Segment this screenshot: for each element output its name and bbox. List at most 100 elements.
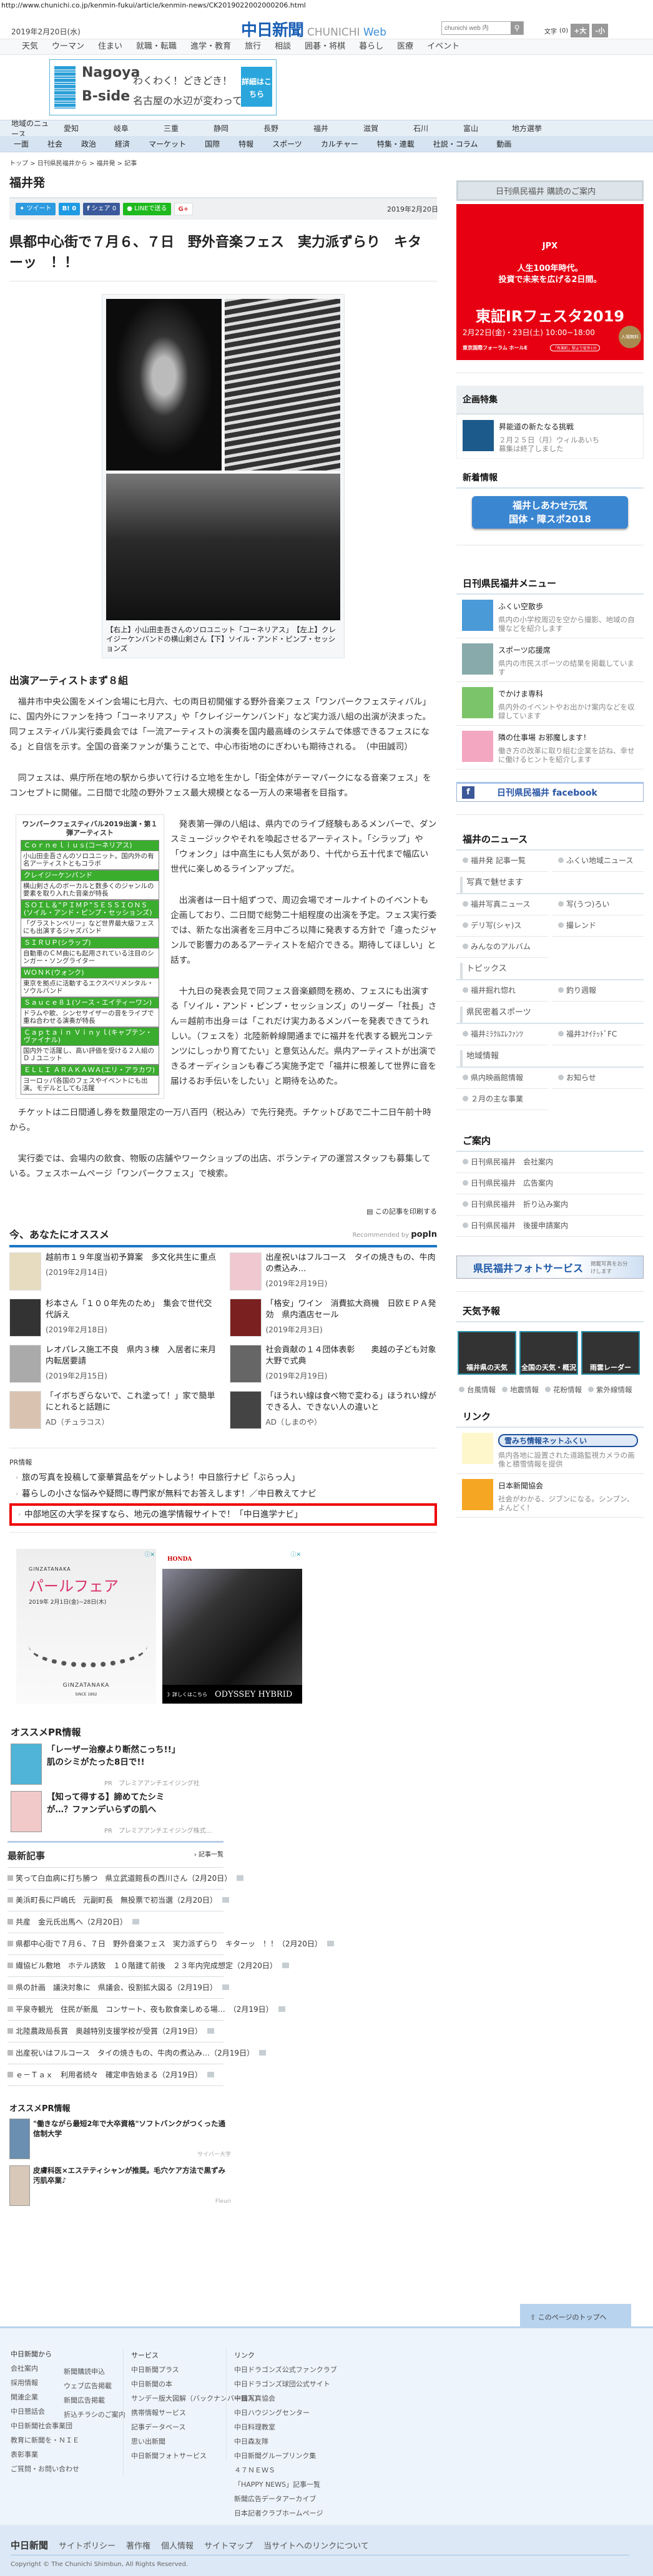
hatena-button[interactable]: B! 0	[58, 203, 81, 215]
footer-logo[interactable]: 中日新聞	[11, 2539, 48, 2552]
top-nav-item[interactable]: 相談	[275, 39, 291, 54]
news-link[interactable]: 釣り週報	[552, 980, 644, 1002]
news-link[interactable]: デリ写(シャ)ス	[456, 915, 548, 937]
region-nav-item[interactable]: 長野	[258, 123, 283, 134]
category-nav-item[interactable]: 動画	[496, 139, 511, 149]
line-button[interactable]: ● LINEで送る	[123, 203, 171, 215]
menu-item[interactable]: スポーツ応援席 県内の市民スポーツの結果を掲載しています	[456, 638, 644, 682]
news-link[interactable]: 福井ﾐﾗｸﾙｴﾚﾌｧﾝﾂ	[456, 1024, 548, 1045]
weather-link[interactable]: 台風情報	[459, 1385, 496, 1395]
menu-item[interactable]: ふくい空散歩 県内の小学校周辺を空から撮影、地域の自慢などを紹介します	[456, 595, 644, 638]
link-item[interactable]: 雪みち情報ネットふくい 県内各地に設置された道路監視カメラの画像と積雪情報を提供	[456, 1428, 644, 1474]
photo-service-banner[interactable]: 県民福井フォトサービス 掲載写真をお分けします	[456, 1256, 644, 1279]
top-nav-item[interactable]: 旅行	[245, 39, 261, 54]
footer-link[interactable]: 新聞広告掲載	[64, 2393, 125, 2408]
footer-link[interactable]: 日本記者クラブホームページ	[234, 2506, 337, 2520]
latest-article-row[interactable]: ｅ－Ｔａｘ 利用者続々 確定申告始まる（2月19日）	[7, 2064, 223, 2086]
pr-link[interactable]: 暮らしの小さな悩みや疑問に専門家が無料でお答えします！／中日教えてナビ	[9, 1486, 437, 1502]
news-link[interactable]: 写(うつ)ろい	[552, 894, 644, 915]
banner-cta-button[interactable]: 詳細はこちら	[241, 67, 272, 107]
ad-cta[interactable]: 》詳しくはこちら	[167, 1691, 207, 1698]
top-nav-item[interactable]: イベント	[427, 39, 459, 54]
guide-link[interactable]: 日刊県民福井 後援申請案内	[456, 1216, 644, 1237]
news-link[interactable]: お知らせ	[552, 1068, 644, 1089]
search-icon[interactable]: ⚲	[511, 22, 523, 34]
category-nav-item[interactable]: スポーツ	[272, 139, 302, 149]
latest-article-row[interactable]: 北陸農政局長賞 奥越特別支援学校が受賞（2月19日）	[7, 2021, 223, 2042]
footer-bottom-link[interactable]: サイトポリシー	[59, 2539, 115, 2551]
pr-link-highlighted[interactable]: 中部地区の大学を探すなら、地元の進学情報サイトで！「中日進学ナビ」	[9, 1503, 437, 1526]
guide-link[interactable]: 日刊県民福井 折り込み案内	[456, 1194, 644, 1216]
footer-link[interactable]: ウェブ広告掲載	[64, 2379, 125, 2393]
facebook-link[interactable]: f 日刊県民福井 facebook	[456, 782, 644, 802]
news-link[interactable]: ２月の主な事業	[456, 1089, 548, 1110]
region-nav-item[interactable]: 静岡	[209, 123, 233, 134]
footer-bottom-link[interactable]: 著作権	[126, 2539, 150, 2551]
tweet-button[interactable]: ✦ ツイート	[16, 203, 56, 215]
menu-item[interactable]: でかけま専科 県内外のイベントやお出かけ案内などを収録しています	[456, 682, 644, 726]
footer-link[interactable]: 表彰事業	[11, 2447, 79, 2462]
breadcrumb[interactable]: トップ > 日刊県民福井から > 福井発 > 記事	[9, 158, 437, 167]
gplus-button[interactable]: G+	[174, 203, 194, 215]
article-list-link[interactable]: › 記事一覧	[194, 1849, 223, 1862]
region-nav-item[interactable]: 富山	[458, 123, 483, 134]
recommend-item[interactable]: 「イボちぎらないで、これ塗って！」家で簡単にとれると話題に AD（チュラコス）	[9, 1391, 217, 1433]
news-link[interactable]: ふくい地域ニュース	[552, 851, 644, 872]
footer-link[interactable]: 中日森友隊	[234, 2434, 337, 2449]
recommend-item[interactable]: 「ほうれい線は食べ物で変わる」ほうれい線ができる人、できない人の違いと AD（しま…	[229, 1391, 438, 1433]
region-nav-item[interactable]: 三重	[159, 123, 184, 134]
latest-article-row[interactable]: 美浜町長に戸嶋氏 元副町長 無投票で初当選（2月20日）	[7, 1890, 229, 1911]
footer-link[interactable]: 「HAPPY NEWS」記事一覧	[234, 2477, 337, 2492]
category-nav-item[interactable]: カルチャー	[321, 139, 358, 149]
category-nav-item[interactable]: 社会	[47, 139, 62, 149]
weather-link[interactable]: 地震情報	[502, 1385, 539, 1395]
recommend-item[interactable]: レオパレス施工不良 県内３棟 入居者に来月内転居要請 (2019年2月15日)	[9, 1345, 217, 1387]
site-logo[interactable]: 中日新聞 CHUNICHI Web	[241, 17, 386, 41]
footer-link[interactable]: ご質問・お問い合わせ	[11, 2462, 79, 2476]
subscribe-banner[interactable]: 日刊県民福井 購読のご案内	[456, 180, 644, 201]
latest-article-row[interactable]: 県都中心街で７月６、７日 野外音楽フェス 実力派ずらり キターッ ！！（2月20…	[7, 1933, 334, 1955]
category-nav-item[interactable]: 特集・連載	[377, 139, 415, 149]
news-link[interactable]: みんなのアルバム	[456, 937, 548, 958]
font-up-button[interactable]: +大	[571, 24, 590, 37]
latest-article-row[interactable]: 平泉寺観光 住民が新風 コンサート、夜も飲食楽しめる場… （2月19日）	[7, 1999, 285, 2021]
feature-item[interactable]: 昇能道の新たなる挑戦 ２月２５日（月）ウィルあいち 募集は終了しました	[456, 414, 644, 459]
news-link[interactable]: 撮レンド	[552, 915, 644, 937]
ad-choices-icon[interactable]: ⓘ✕	[290, 1550, 301, 1558]
recommend-item[interactable]: 社会貢献の１４団体表彰 奥越の子ども対象 大野で式典 (2019年2月19日)	[229, 1345, 444, 1387]
recommend-item[interactable]: 越前市１９年度当初予算案 多文化共生に重点 (2019年2月14日)	[9, 1252, 217, 1295]
facebook-share-button[interactable]: f シェア 0	[83, 203, 120, 215]
footer-bottom-link[interactable]: サイトマップ	[204, 2539, 253, 2551]
news-link[interactable]: 福井写真ニュース	[456, 894, 548, 915]
top-nav-item[interactable]: ウーマン	[52, 39, 84, 54]
ginzatanaka-ad[interactable]: GINZATANAKA パールフェア 2019年 2月1日(金)~28日(木) …	[16, 1549, 156, 1704]
top-nav-item[interactable]: 囲碁・将棋	[305, 39, 345, 54]
honda-ad[interactable]: HONDA 》詳しくはこちら ODYSSEY HYBRID ⓘ✕	[162, 1549, 302, 1704]
top-nav-item[interactable]: 進学・教育	[190, 39, 231, 54]
category-nav-item[interactable]: 国際	[205, 139, 220, 149]
footer-link[interactable]: 中日料理教室	[234, 2420, 337, 2434]
news-link[interactable]: 福井発 記事一覧	[456, 851, 548, 872]
weather-link[interactable]: 花粉情報	[545, 1385, 582, 1395]
weather-tile[interactable]: 雨雲レーダー	[581, 1331, 640, 1375]
jpx-ad[interactable]: JPX 人生100年時代。 投資で未来を広げる2日間。 東証IRフェスタ2019…	[456, 204, 644, 360]
news-link[interactable]: 県内映画館情報	[456, 1068, 548, 1089]
weather-link[interactable]: 紫外線情報	[588, 1385, 632, 1395]
pr-link[interactable]: 旅の写真を投稿して豪華賞品をゲットしよう！中日旅行ナビ「ぶらっ人」	[9, 1470, 437, 1486]
search-input[interactable]	[442, 22, 511, 34]
footer-link[interactable]: ４７ＮＥＷＳ	[234, 2463, 337, 2477]
osusume-pr-item[interactable]: 「レーザー治療より断然こっち!!」肌のシミがたった8日で!! PR プレミアアンチ…	[11, 1744, 260, 1787]
region-nav-item[interactable]: 滋賀	[358, 123, 383, 134]
top-nav-item[interactable]: 暮らし	[359, 39, 383, 54]
nagoya-bside-banner-ad[interactable]: Nagoya B-side わくわく！どきどき！ 名古屋の水辺が変わっていく 詳…	[49, 59, 277, 115]
region-nav-item[interactable]: 岐阜	[109, 123, 134, 134]
weather-tile[interactable]: 全国の天気・概況	[519, 1331, 578, 1375]
region-nav-item[interactable]: 愛知	[59, 123, 84, 134]
link-item[interactable]: 日本新聞協会 社会がわかる、ジブンになる。シンブン、よんどく！	[456, 1474, 644, 1518]
category-nav-item[interactable]: 一面	[14, 139, 29, 149]
print-article-link[interactable]: ▤ この記事を印刷する	[9, 1206, 437, 1216]
footer-link[interactable]: 中日ハウジングセンター	[234, 2406, 337, 2420]
footer-link[interactable]: 中日写真協会	[234, 2391, 337, 2406]
recommend-item[interactable]: 出産祝いはフルコース タイの焼きもの、牛肉の煮込み… (2019年2月19日)	[229, 1252, 438, 1295]
osusume-pr-item[interactable]: 【知って得する】諦めてたシミが…？ファンデいらずの肌へ PR プレミアアンチエイジ…	[11, 1791, 260, 1835]
